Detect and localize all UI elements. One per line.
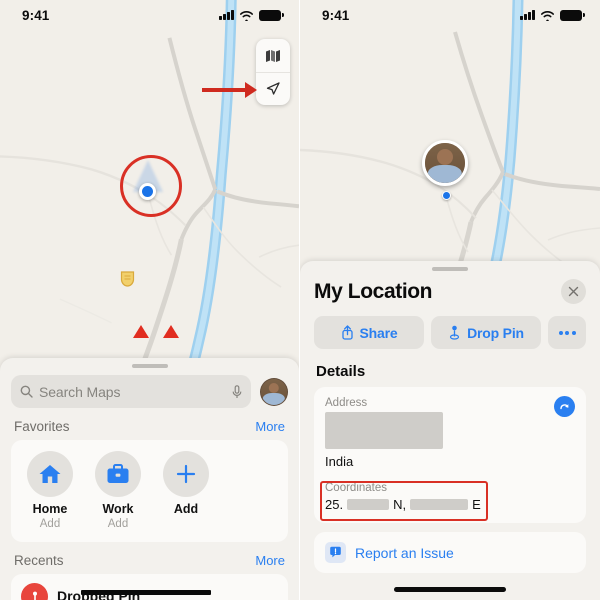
action-buttons-row: Share Drop Pin (314, 316, 586, 349)
favorite-sublabel: Add (39, 518, 61, 530)
annotation-arrow-up-2 (163, 308, 179, 338)
arrow-head (163, 308, 179, 338)
list-item[interactable]: Dropped Pin (11, 573, 288, 600)
locate-me-button[interactable] (256, 72, 290, 105)
location-detail-sheet: My Location Share Drop Pin Details Addre… (300, 261, 600, 600)
detail-header: My Location (314, 279, 586, 304)
report-issue-row[interactable]: Report an Issue (314, 532, 586, 573)
redacted-address-block (325, 412, 443, 449)
recents-header: Recents More (11, 542, 288, 574)
avatar-body (262, 392, 286, 405)
drop-pin-label: Drop Pin (467, 324, 524, 341)
home-icon (39, 465, 61, 483)
annotation-rect-coordinates (320, 481, 488, 521)
address-country: India (325, 454, 354, 469)
favorite-label: Add (173, 502, 199, 516)
arrow-head (245, 82, 257, 98)
screenshot-stage: 28° AQI 275 9:41 (0, 0, 600, 600)
search-input[interactable]: Search Maps (11, 375, 251, 408)
directions-arrow-icon (560, 404, 569, 410)
status-time: 9:41 (22, 7, 50, 23)
status-indicators (219, 9, 284, 21)
directions-button[interactable] (554, 396, 575, 417)
cellular-bars-icon (520, 10, 535, 20)
left-phone-screen: 28° AQI 275 9:41 (0, 0, 300, 600)
map-pin-icon (21, 582, 48, 600)
wifi-icon (541, 10, 554, 21)
microphone-icon[interactable] (232, 384, 242, 399)
report-issue-label: Report an Issue (355, 544, 454, 561)
sheet-grabber-handle[interactable] (432, 267, 468, 271)
more-options-button[interactable] (548, 316, 586, 349)
map-layers-icon (266, 49, 280, 62)
navigation-arrow-icon (266, 82, 280, 95)
favorite-item-work[interactable]: Work Add (87, 451, 149, 533)
address-label: Address (325, 397, 368, 409)
avatar-body (427, 165, 463, 183)
battery-icon (560, 9, 585, 21)
right-phone-screen: 9:41 My Location Share Drop Pin Details … (300, 0, 600, 600)
status-bar-left: 9:41 (0, 0, 299, 30)
report-issue-icon (325, 542, 346, 563)
favorites-row: Home Add Work Add Add (19, 451, 280, 533)
share-label: Share (359, 324, 398, 341)
report-bubble-glyph (330, 546, 341, 558)
home-indicator (394, 587, 506, 592)
favorite-sublabel: Add (107, 518, 129, 530)
blue-location-dot[interactable] (442, 191, 451, 200)
favorites-title: Favorites (14, 419, 70, 434)
briefcase-icon-wrap (95, 451, 141, 497)
shield-landmark-icon[interactable] (120, 270, 135, 292)
favorites-card: Home Add Work Add Add (11, 440, 288, 542)
avatar-image (261, 378, 287, 405)
battery-icon (259, 9, 284, 21)
favorites-more-link[interactable]: More (255, 419, 285, 434)
pin-glyph (32, 591, 37, 600)
more-ellipsis-icon (558, 330, 576, 335)
annotation-circle-user-location (120, 155, 182, 217)
map-controls-stack (256, 39, 290, 105)
recents-title: Recents (14, 552, 64, 568)
maps-bottom-sheet: Search Maps Favorites More Home Add Work… (0, 358, 299, 600)
shield-glyph (120, 271, 135, 287)
annotation-arrow-to-locate-button (202, 82, 257, 98)
search-icon (20, 385, 33, 398)
favorite-label: Home (32, 502, 68, 516)
plus-icon-wrap (163, 451, 209, 497)
wifi-icon (240, 10, 253, 21)
details-heading: Details (316, 363, 366, 380)
avatar[interactable] (260, 377, 288, 406)
cellular-bars-icon (219, 10, 234, 20)
drop-pin-icon (450, 325, 460, 340)
annotation-arrow-up-1 (133, 308, 149, 338)
status-indicators (520, 9, 585, 21)
user-avatar-marker[interactable] (422, 140, 468, 186)
status-time: 9:41 (322, 7, 350, 23)
favorite-label: Work (102, 502, 134, 516)
plus-icon (176, 464, 196, 484)
sheet-grabber-handle[interactable] (131, 364, 168, 368)
recents-more-link[interactable]: More (255, 553, 285, 568)
home-icon-wrap (27, 451, 73, 497)
favorite-item-home[interactable]: Home Add (19, 451, 81, 533)
search-row: Search Maps (11, 375, 288, 408)
avatar-image (425, 143, 465, 183)
page-title: My Location (314, 279, 433, 303)
drop-pin-button[interactable]: Drop Pin (431, 316, 541, 349)
close-icon (568, 286, 579, 297)
avatar-head (437, 149, 453, 166)
arrow-head (133, 308, 149, 338)
search-placeholder: Search Maps (39, 383, 121, 400)
map-type-button[interactable] (256, 39, 290, 72)
favorites-header: Favorites More (11, 408, 288, 440)
status-bar-right: 9:41 (300, 0, 600, 30)
share-button[interactable]: Share (314, 316, 424, 349)
favorite-item-add[interactable]: Add (155, 451, 217, 533)
arrow-shaft (202, 88, 246, 92)
briefcase-icon (107, 463, 129, 483)
redaction-bar (81, 589, 211, 595)
share-icon (341, 325, 353, 340)
close-button[interactable] (561, 279, 586, 304)
